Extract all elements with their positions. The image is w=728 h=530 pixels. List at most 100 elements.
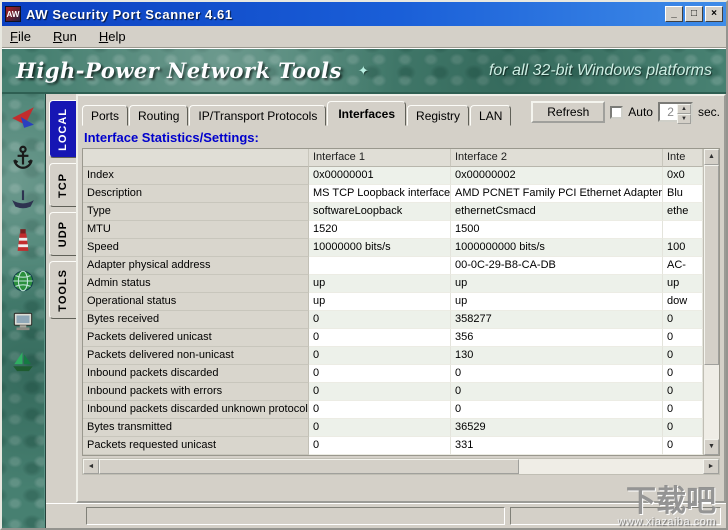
side-tab-local[interactable]: LOCAL — [49, 100, 76, 158]
row-label: Adapter physical address — [83, 257, 309, 275]
row-value-interface2: 0x00000002 — [451, 167, 663, 185]
glider-icon — [12, 107, 34, 128]
row-value-interface3: 100 — [663, 239, 703, 257]
row-value-interface3: dow — [663, 293, 703, 311]
auto-checkbox-label: Auto — [628, 105, 653, 119]
row-value-interface3: 0 — [663, 383, 703, 401]
row-value-interface2: up — [451, 293, 663, 311]
tab-interfaces[interactable]: Interfaces — [327, 101, 407, 126]
table-row: Description MS TCP Loopback interface AM… — [83, 185, 703, 203]
table-row: Admin status up up up — [83, 275, 703, 293]
refresh-toolbar: Refresh Auto 2 ▲ ▼ sec. — [531, 101, 720, 126]
row-value-interface1: 10000000 bits/s — [309, 239, 451, 257]
tab-lan[interactable]: LAN — [470, 105, 512, 126]
row-value-interface3: 0 — [663, 329, 703, 347]
rowboat-icon — [12, 190, 34, 209]
status-pane-2 — [510, 506, 721, 525]
table-row: Bytes transmitted 0 36529 0 — [83, 419, 703, 437]
interval-value[interactable]: 2 — [660, 104, 677, 120]
tab-registry[interactable]: Registry — [407, 105, 470, 126]
interface-table: Interface 1 Interface 2 Inte Index 0x000… — [82, 148, 720, 456]
table-body: Index 0x00000001 0x00000002 0x0 Descript… — [83, 167, 703, 455]
row-value-interface2: 0 — [451, 383, 663, 401]
minimize-button[interactable]: _ — [665, 6, 683, 22]
horizontal-scrollbar[interactable]: ◄ ► — [82, 458, 720, 475]
scroll-up-icon[interactable]: ▲ — [704, 149, 719, 165]
scroll-down-icon[interactable]: ▼ — [704, 439, 719, 455]
row-label: Admin status — [83, 275, 309, 293]
row-value-interface1: 0 — [309, 401, 451, 419]
row-label: Type — [83, 203, 309, 221]
menu-run[interactable]: Run — [53, 29, 77, 44]
refresh-button[interactable]: Refresh — [531, 101, 606, 123]
row-label: MTU — [83, 221, 309, 239]
table-row: Packets requested unicast 0 331 0 — [83, 437, 703, 455]
row-value-interface3: 0 — [663, 311, 703, 329]
table-row: Adapter physical address 00-0C-29-B8-CA-… — [83, 257, 703, 275]
vertical-scrollbar[interactable]: ▲ ▼ — [703, 149, 719, 455]
row-value-interface3: ethe — [663, 203, 703, 221]
row-label: Packets delivered unicast — [83, 329, 309, 347]
side-tab-tools[interactable]: TOOLS — [49, 261, 76, 319]
horizontal-scroll-thumb[interactable] — [99, 459, 519, 474]
row-value-interface3: 0 — [663, 365, 703, 383]
row-label: Description — [83, 185, 309, 203]
row-value-interface1: 0 — [309, 383, 451, 401]
row-value-interface3: AC- — [663, 257, 703, 275]
row-value-interface2: 00-0C-29-B8-CA-DB — [451, 257, 663, 275]
row-value-interface2: up — [451, 275, 663, 293]
row-label: Speed — [83, 239, 309, 257]
row-value-interface1: softwareLoopback — [309, 203, 451, 221]
row-value-interface2: 0 — [451, 401, 663, 419]
globe-icon — [12, 270, 34, 292]
row-value-interface3: 0 — [663, 401, 703, 419]
window-title: AW Security Port Scanner 4.61 — [26, 6, 233, 22]
tab-ports[interactable]: Ports — [82, 105, 129, 126]
side-tab-strip: LOCAL TCP UDP TOOLS — [46, 94, 76, 503]
scroll-right-icon[interactable]: ► — [703, 459, 719, 474]
row-label: Index — [83, 167, 309, 185]
auto-checkbox[interactable] — [610, 105, 624, 119]
banner-title: High-Power Network Tools — [16, 58, 342, 83]
table-row: Inbound packets discarded 0 0 0 — [83, 365, 703, 383]
app-icon: AW — [5, 6, 21, 22]
sailboat-icon — [13, 352, 33, 372]
row-value-interface2: AMD PCNET Family PCI Ethernet Adapter — [451, 185, 663, 203]
row-value-interface1: 0 — [309, 347, 451, 365]
title-bar: AW AW Security Port Scanner 4.61 _ □ × — [2, 2, 726, 26]
maximize-button[interactable]: □ — [685, 6, 703, 22]
menu-help[interactable]: Help — [99, 29, 126, 44]
close-button[interactable]: × — [705, 6, 723, 22]
row-value-interface1: 0 — [309, 311, 451, 329]
row-value-interface1 — [309, 257, 451, 275]
row-value-interface1: 1520 — [309, 221, 451, 239]
scroll-left-icon[interactable]: ◄ — [83, 459, 99, 474]
spinner-up-button[interactable]: ▲ — [676, 104, 691, 114]
tab-routing[interactable]: Routing — [129, 105, 189, 126]
row-value-interface1: up — [309, 275, 451, 293]
header-interface-1: Interface 1 — [309, 149, 451, 167]
status-pane-1 — [86, 506, 506, 525]
row-value-interface2: 331 — [451, 437, 663, 455]
header-label-column — [83, 149, 309, 167]
computer-icon — [13, 312, 33, 331]
banner-subtitle: for all 32-bit Windows platforms — [488, 61, 712, 79]
spinner-down-button[interactable]: ▼ — [676, 114, 691, 124]
row-value-interface3: 0 — [663, 437, 703, 455]
interval-spinner: 2 ▲ ▼ — [657, 102, 693, 124]
row-value-interface2: 1000000000 bits/s — [451, 239, 663, 257]
row-value-interface2: 36529 — [451, 419, 663, 437]
row-value-interface2: 130 — [451, 347, 663, 365]
top-tab-bar: Ports Routing IP/Transport Protocols Int… — [82, 99, 720, 126]
banner: High-Power Network Tools ✦ for all 32-bi… — [2, 48, 726, 94]
vertical-scroll-thumb[interactable] — [704, 165, 719, 365]
tab-ip-transport-protocols[interactable]: IP/Transport Protocols — [189, 105, 327, 126]
row-value-interface3: 0 — [663, 419, 703, 437]
side-tab-tcp[interactable]: TCP — [49, 163, 76, 207]
row-label: Packets delivered non-unicast — [83, 347, 309, 365]
row-label: Inbound packets with errors — [83, 383, 309, 401]
table-row: Speed 10000000 bits/s 1000000000 bits/s … — [83, 239, 703, 257]
menu-file[interactable]: File — [10, 29, 31, 44]
side-tab-udp[interactable]: UDP — [49, 212, 76, 256]
header-interface-2: Interface 2 — [451, 149, 663, 167]
